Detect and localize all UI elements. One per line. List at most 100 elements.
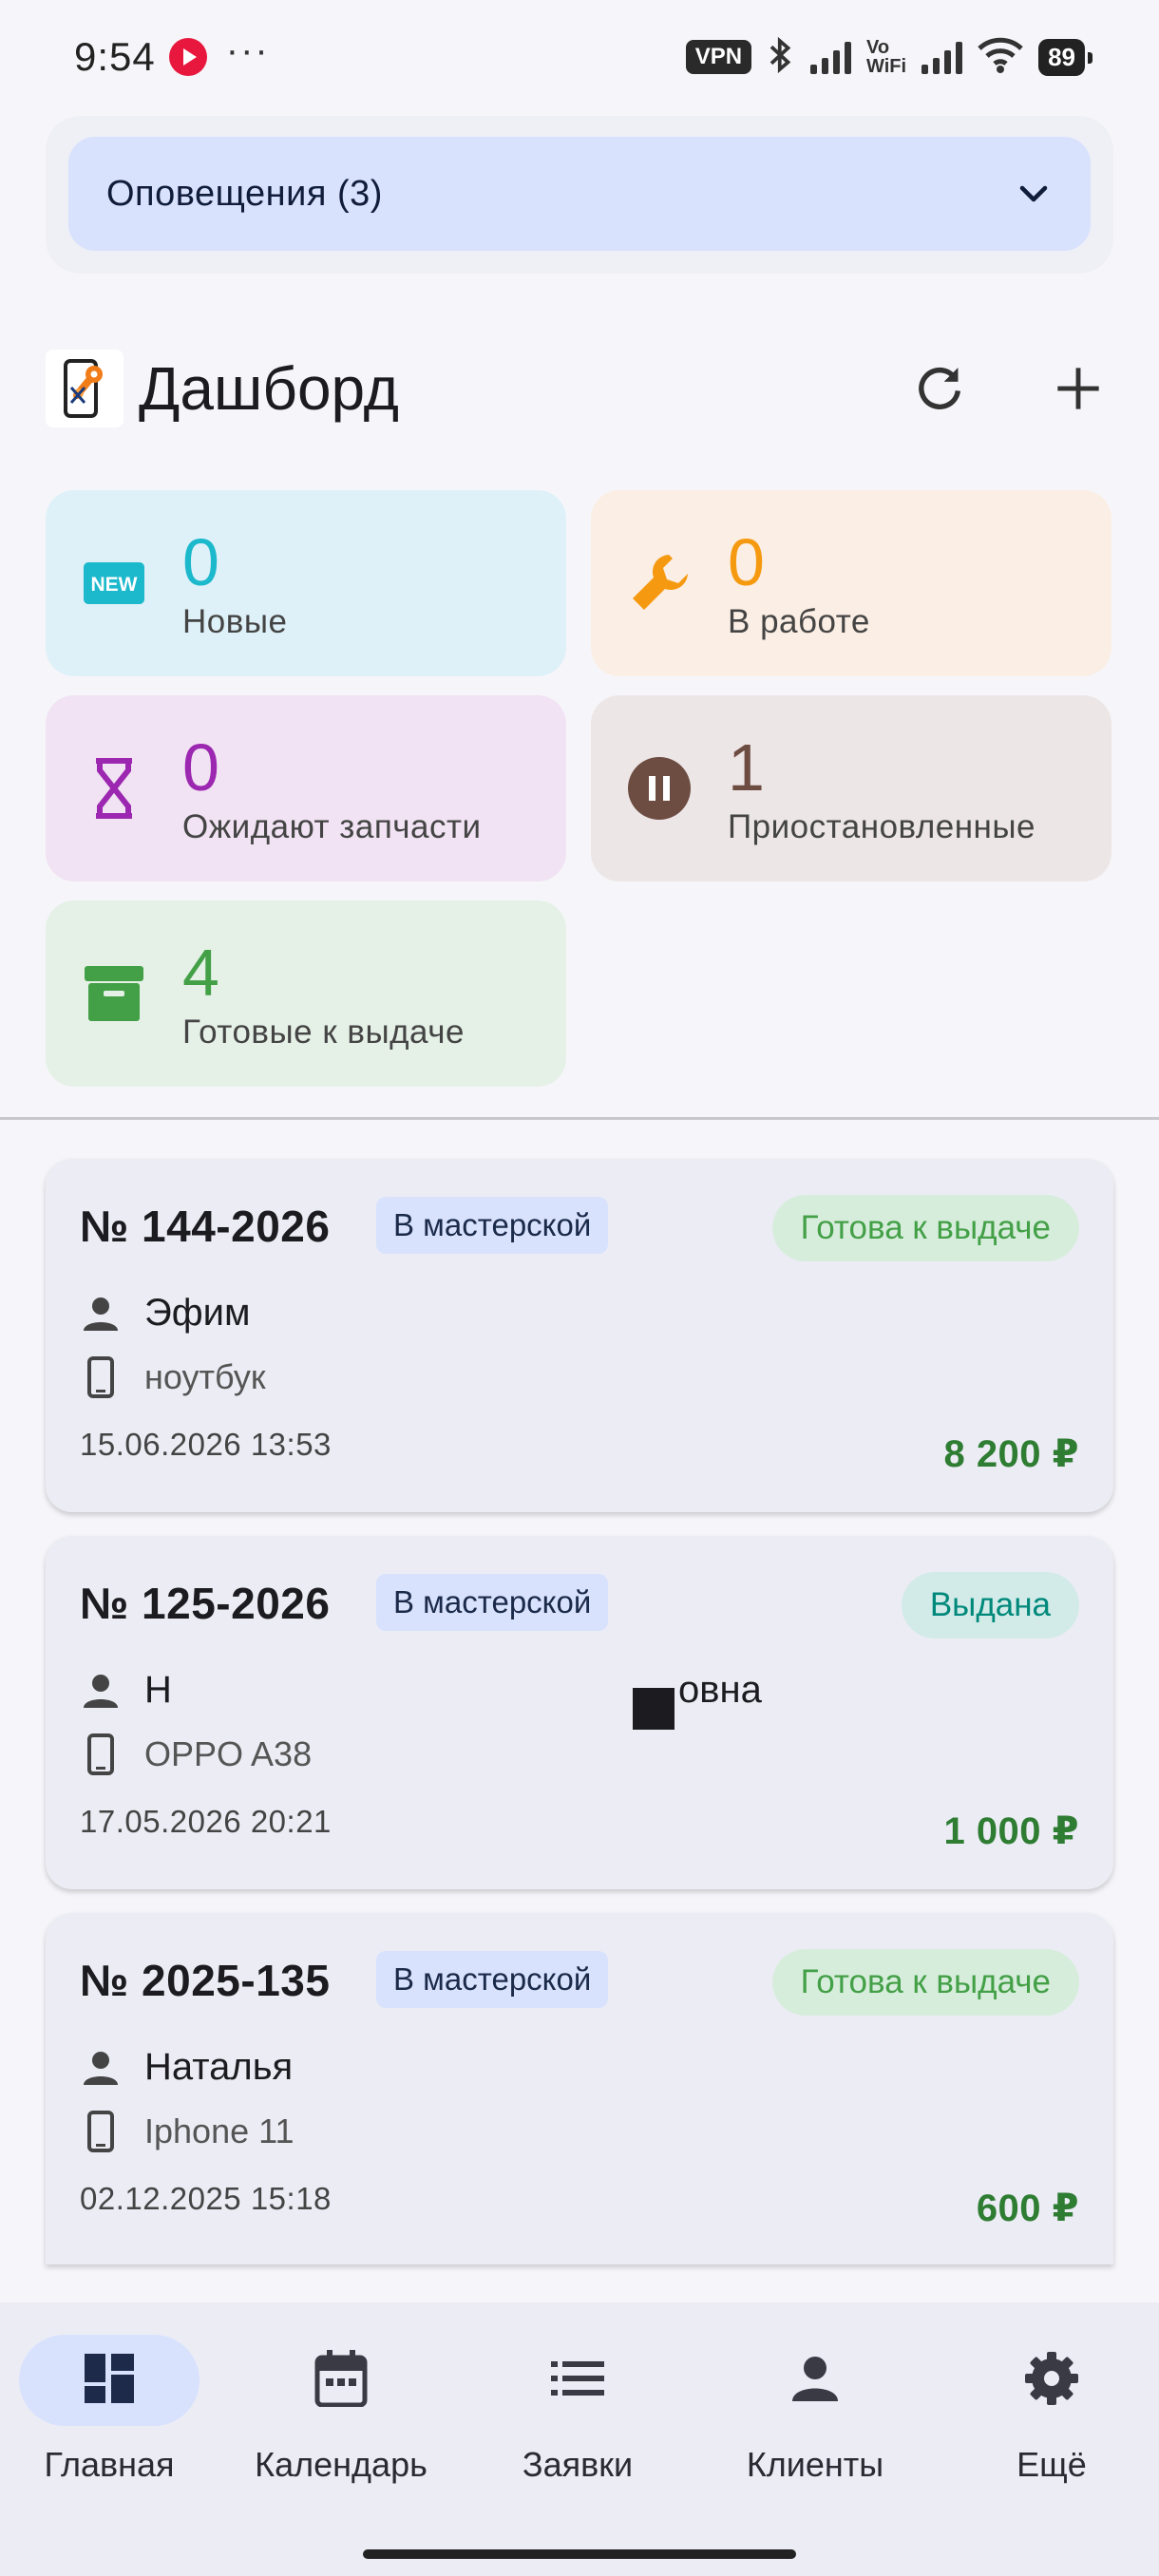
nav-pill: [487, 2335, 668, 2426]
order-date: 17.05.2026 20:21: [80, 1804, 332, 1839]
notifications-panel: Оповещения (3): [46, 116, 1113, 274]
page-header: Дашборд: [46, 346, 1113, 431]
wrench-icon: [625, 549, 694, 617]
archive-icon: [80, 959, 148, 1028]
device-row: ноутбук: [80, 1356, 266, 1398]
device-name: OPPO A38: [144, 1734, 313, 1773]
svg-text:NEW: NEW: [91, 574, 138, 596]
gear-icon: [1023, 2350, 1080, 2412]
status-bar: 9:54 ··· VPN Vo WiFi 89: [0, 0, 1159, 114]
order-price: 600 ₽: [976, 2188, 1079, 2229]
plus-icon: [1057, 368, 1099, 409]
page-title: Дашборд: [139, 354, 399, 423]
client-row: Н: [80, 1669, 172, 1712]
client-name: Н: [144, 1669, 172, 1711]
wifi-icon: [978, 37, 1023, 78]
notifications-expander[interactable]: Оповещения (3): [68, 137, 1091, 251]
order-number: № 144-2026: [80, 1202, 331, 1251]
hourglass-icon: [80, 754, 148, 823]
stat-label: Новые: [182, 603, 288, 640]
dashboard-icon: [83, 2352, 136, 2410]
nav-label: Календарь: [255, 2445, 428, 2484]
stat-tile-new[interactable]: NEW 0 Новые: [46, 490, 566, 676]
nav-more[interactable]: Ещё: [942, 2335, 1159, 2485]
stat-tile-paused[interactable]: 1 Приостановленные: [591, 695, 1112, 881]
nav-label: Заявки: [522, 2445, 634, 2484]
home-indicator[interactable]: [363, 2549, 796, 2559]
stat-tile-in-work[interactable]: 0 В работе: [591, 490, 1112, 676]
nav-requests[interactable]: Заявки: [468, 2335, 687, 2485]
location-chip: В мастерской: [376, 1197, 609, 1254]
nav-home[interactable]: Главная: [0, 2335, 218, 2485]
list-icon: [551, 2359, 604, 2402]
redaction-mark: [633, 1688, 674, 1730]
client-name: Эфим: [144, 1292, 251, 1334]
order-card[interactable]: № 125-2026 В мастерской Выдана Н овна OP…: [46, 1536, 1113, 1889]
order-price: 8 200 ₽: [943, 1433, 1079, 1475]
nav-pill: [251, 2335, 431, 2426]
stat-count: 0: [182, 730, 219, 805]
device-name: Iphone 11: [144, 2112, 294, 2150]
stat-tile-ready[interactable]: 4 Готовые к выдаче: [46, 900, 566, 1087]
order-card[interactable]: № 2025-135 В мастерской Готова к выдаче …: [46, 1913, 1113, 2264]
stat-count: 4: [182, 936, 219, 1010]
status-chip: Готова к выдаче: [771, 1195, 1079, 1261]
stat-tile-waiting-parts[interactable]: 0 Ожидают запчасти: [46, 695, 566, 881]
notifications-label: Оповещения (3): [106, 173, 383, 214]
nav-calendar[interactable]: Календарь: [232, 2335, 450, 2485]
status-time: 9:54: [74, 34, 156, 79]
stat-label: Приостановленные: [728, 808, 1036, 845]
app-logo: [46, 350, 124, 427]
stat-label: В работе: [728, 603, 870, 640]
add-button[interactable]: [1045, 355, 1112, 422]
status-chip: Выдана: [901, 1572, 1079, 1638]
nav-clients[interactable]: Клиенты: [706, 2335, 924, 2485]
order-price: 1 000 ₽: [943, 1810, 1079, 1852]
calendar-icon: [314, 2349, 368, 2412]
screen-record-icon: [168, 38, 207, 76]
location-chip: В мастерской: [376, 1574, 609, 1631]
refresh-button[interactable]: [906, 355, 973, 422]
person-icon: [790, 2354, 840, 2408]
order-number: № 125-2026: [80, 1579, 331, 1628]
order-date: 02.12.2025 15:18: [80, 2181, 332, 2216]
nav-pill: [725, 2335, 905, 2426]
phone-icon: [80, 1733, 122, 1775]
nav-pill: [19, 2335, 200, 2426]
client-name-tail: овна: [678, 1669, 762, 1711]
stat-count: 0: [728, 525, 765, 599]
status-chip: Готова к выдаче: [771, 1949, 1079, 2016]
battery-icon: 89: [1038, 38, 1092, 76]
device-name: ноутбук: [144, 1357, 266, 1396]
bottom-navigation: Главная Календарь Заявки Клиенты Ещё: [0, 2302, 1159, 2576]
bluetooth-icon: [767, 36, 795, 79]
stat-count: 0: [182, 525, 219, 599]
stat-label: Ожидают запчасти: [182, 808, 482, 845]
nav-pill: [961, 2335, 1142, 2426]
signal-icon-2: [922, 40, 963, 74]
client-name: Наталья: [144, 2046, 294, 2088]
stat-label: Готовые к выдаче: [182, 1013, 465, 1051]
person-icon: [80, 1670, 122, 1712]
divider: [0, 1117, 1159, 1120]
person-icon: [80, 2047, 122, 2089]
refresh-icon: [919, 367, 961, 409]
device-row: OPPO A38: [80, 1733, 312, 1775]
vpn-icon: VPN: [685, 40, 752, 74]
more-notifications-icon: ···: [225, 29, 270, 71]
vowifi-icon: Vo WiFi: [866, 37, 907, 77]
signal-icon: [810, 40, 852, 74]
device-row: Iphone 11: [80, 2111, 294, 2152]
nav-label: Клиенты: [746, 2445, 884, 2484]
chevron-down-icon: [1015, 175, 1053, 213]
order-number: № 2025-135: [80, 1956, 331, 2005]
person-icon: [80, 1293, 122, 1335]
pause-icon: [625, 754, 694, 823]
nav-label: Ещё: [1016, 2445, 1087, 2484]
order-card[interactable]: № 144-2026 В мастерской Готова к выдаче …: [46, 1159, 1113, 1512]
location-chip: В мастерской: [376, 1951, 609, 2008]
phone-icon: [80, 1356, 122, 1398]
nav-label: Главная: [44, 2445, 175, 2484]
stat-count: 1: [728, 730, 765, 805]
new-badge-icon: NEW: [80, 549, 148, 617]
